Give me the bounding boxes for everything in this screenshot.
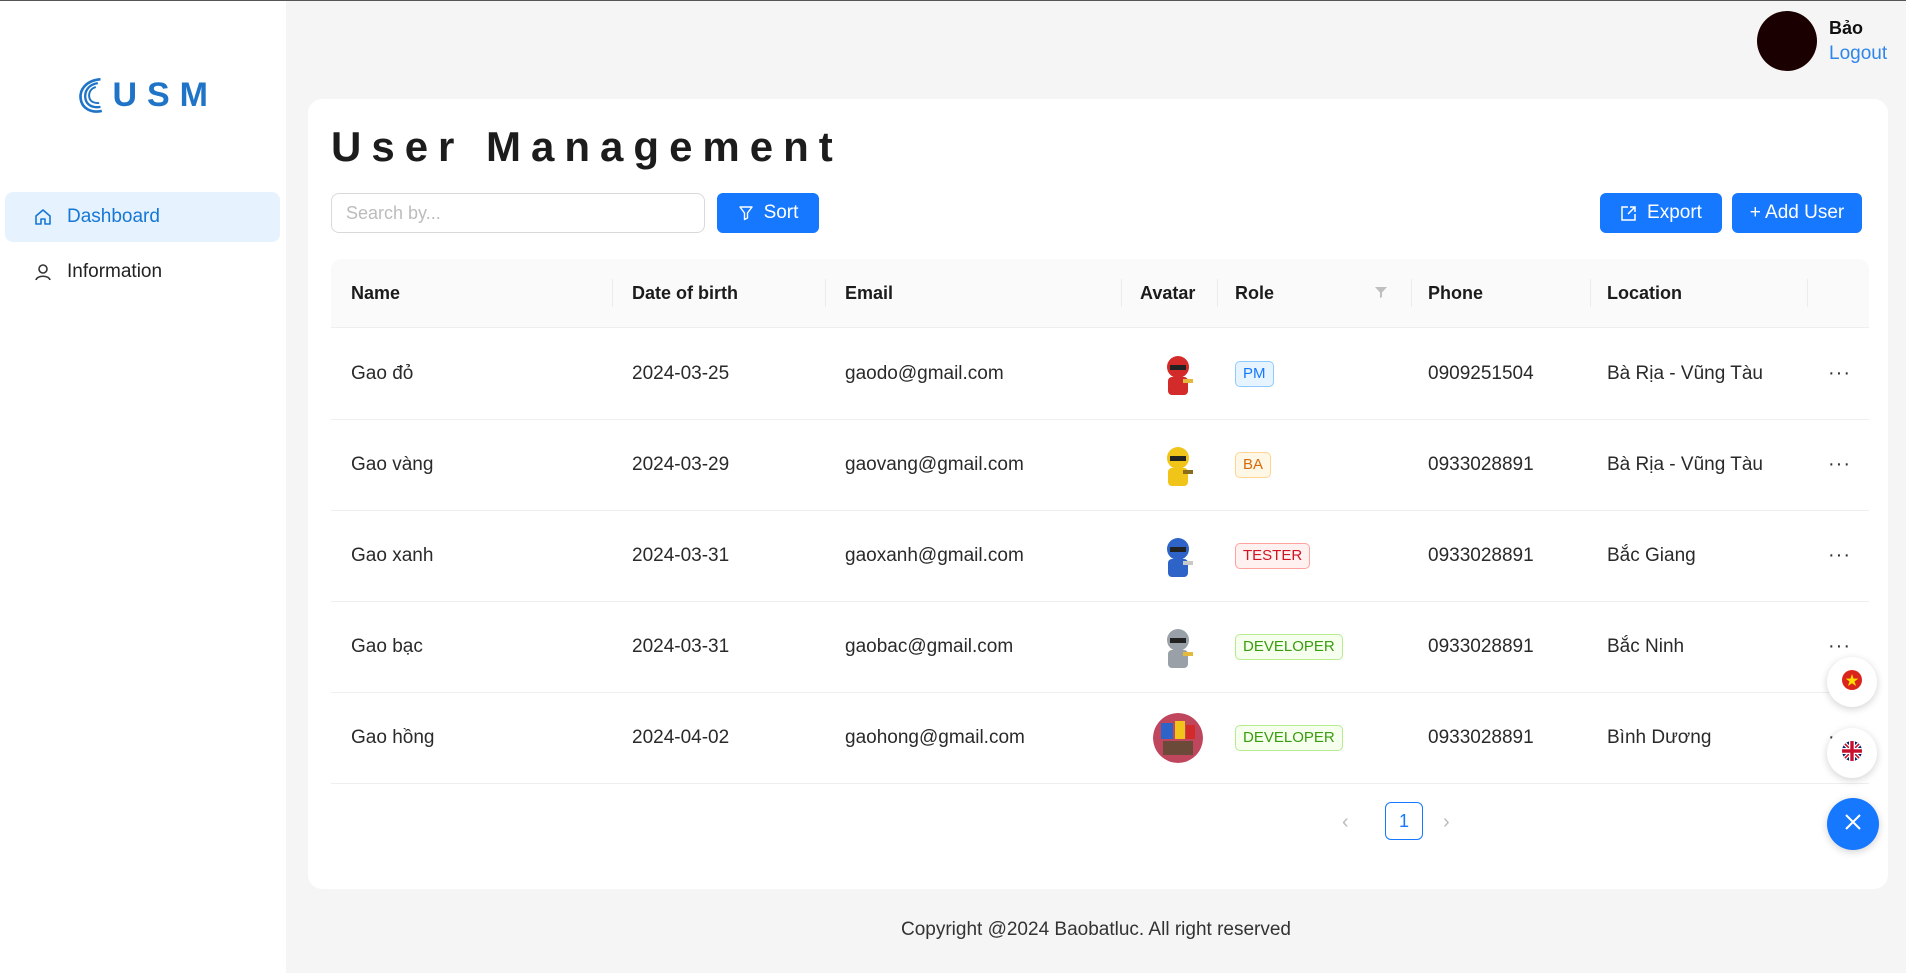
footer: Copyright @2024 Baobatluc. All right res… [900, 919, 1291, 940]
row-actions-icon[interactable]: ··· [1828, 635, 1851, 658]
table-row: Gao đỏ 2024-03-25 gaodo@gmail.com PM 090… [331, 328, 1869, 420]
page-title: User Management [331, 123, 843, 170]
cell-phone: 0933028891 [1428, 544, 1534, 566]
role-tag: DEVELOPER [1235, 633, 1343, 660]
cell-email: gaohong@gmail.com [845, 726, 1025, 748]
role-tag: BA [1235, 451, 1272, 478]
add-user-button[interactable]: + Add User [1732, 193, 1862, 233]
role-tag: DEVELOPER [1235, 724, 1343, 751]
cell-avatar [1153, 601, 1203, 692]
row-avatar [1153, 530, 1203, 581]
prev-page-icon[interactable]: ‹ [1342, 811, 1349, 834]
row-actions-icon[interactable]: ··· [1828, 453, 1851, 476]
table-row: Gao xanh 2024-03-31 gaoxanh@gmail.com TE… [331, 510, 1869, 602]
cell-dob: 2024-04-02 [632, 726, 730, 748]
row-avatar [1153, 621, 1203, 672]
uk-flag-icon [1841, 740, 1863, 767]
language-vi-button[interactable] [1827, 657, 1877, 707]
user-name: Bảo [1829, 17, 1864, 38]
sort-button[interactable]: Sort [717, 193, 819, 233]
sidebar-item-label: Information [67, 261, 163, 282]
header-email[interactable]: Email [845, 259, 893, 327]
cell-location: Bắc Giang [1607, 544, 1696, 566]
cell-name: Gao xanh [351, 544, 434, 566]
table-row: Gao bạc 2024-03-31 gaobac@gmail.com DEVE… [331, 601, 1869, 693]
user-icon [33, 262, 53, 282]
role-tag: PM [1235, 360, 1274, 387]
cell-avatar [1153, 510, 1203, 601]
header-phone: Phone [1428, 282, 1484, 303]
sidebar-item-information[interactable]: Information [5, 247, 280, 297]
sidebar-item-label: Dashboard [67, 206, 160, 227]
header-role: Role [1235, 282, 1275, 303]
header-dob[interactable]: Date of birth [632, 259, 738, 327]
cell-avatar [1153, 692, 1203, 783]
table-row: Gao vàng 2024-03-29 gaovang@gmail.com BA… [331, 419, 1869, 511]
cell-avatar [1153, 328, 1203, 419]
header-location: Location [1607, 282, 1682, 303]
row-avatar [1153, 348, 1203, 399]
close-icon [1843, 812, 1863, 837]
cell-dob: 2024-03-31 [632, 544, 730, 566]
main-card: User Management Sort Export + Add User N… [308, 99, 1888, 889]
add-user-label: + Add User [1749, 202, 1845, 223]
cell-phone: 0933028891 [1428, 635, 1534, 657]
usm-logo-icon [79, 77, 103, 113]
export-button[interactable]: Export [1600, 193, 1722, 233]
cell-phone: 0933028891 [1428, 726, 1534, 748]
cell-dob: 2024-03-25 [632, 362, 730, 384]
row-actions-icon[interactable]: ··· [1828, 362, 1851, 385]
sidebar: USM Dashboard Information [0, 1, 286, 973]
export-label: Export [1647, 202, 1702, 223]
sort-label: Sort [763, 202, 799, 223]
cell-location: Bà Rịa - Vũng Tàu [1607, 362, 1763, 384]
sidebar-item-dashboard[interactable]: Dashboard [5, 192, 280, 242]
cell-dob: 2024-03-29 [632, 453, 730, 475]
cell-location: Bình Dương [1607, 726, 1712, 748]
table-header: Name Date of birth Email Avatar Role Pho… [331, 259, 1869, 328]
vietnam-flag-icon [1841, 669, 1863, 696]
page-1-button[interactable]: 1 [1385, 802, 1423, 840]
cell-dob: 2024-03-31 [632, 635, 730, 657]
role-tag: TESTER [1235, 542, 1311, 569]
header-avatar: Avatar [1140, 282, 1196, 303]
next-page-icon[interactable]: › [1443, 811, 1450, 834]
cell-email: gaoxanh@gmail.com [845, 544, 1024, 566]
avatar[interactable] [1757, 11, 1817, 71]
table-row: Gao hồng 2024-04-02 gaohong@gmail.com DE… [331, 692, 1869, 784]
home-icon [33, 207, 53, 227]
cell-name: Gao đỏ [351, 362, 414, 384]
row-actions-icon[interactable]: ··· [1828, 544, 1851, 567]
cell-location: Bắc Ninh [1607, 635, 1685, 657]
logo-text: USM [112, 75, 218, 114]
export-icon [1620, 205, 1637, 222]
row-avatar [1153, 712, 1203, 763]
header-name[interactable]: Name [351, 259, 400, 327]
close-float-button[interactable] [1827, 798, 1879, 850]
cell-email: gaodo@gmail.com [845, 362, 1004, 384]
cell-email: gaobac@gmail.com [845, 635, 1014, 657]
logo[interactable]: USM [78, 61, 218, 129]
filter-icon [738, 205, 754, 221]
cell-name: Gao vàng [351, 453, 434, 475]
cell-email: gaovang@gmail.com [845, 453, 1024, 475]
search-input[interactable] [331, 193, 705, 233]
role-filter-icon[interactable] [1374, 285, 1388, 304]
language-en-button[interactable] [1827, 728, 1877, 778]
cell-location: Bà Rịa - Vũng Tàu [1607, 453, 1763, 475]
logout-link[interactable]: Logout [1829, 43, 1887, 65]
cell-phone: 0933028891 [1428, 453, 1534, 475]
cell-name: Gao hồng [351, 726, 435, 748]
cell-avatar [1153, 419, 1203, 510]
user-menu: Bảo Logout [1757, 11, 1887, 71]
cell-name: Gao bạc [351, 635, 423, 657]
row-avatar [1153, 439, 1203, 490]
cell-phone: 0909251504 [1428, 362, 1534, 384]
